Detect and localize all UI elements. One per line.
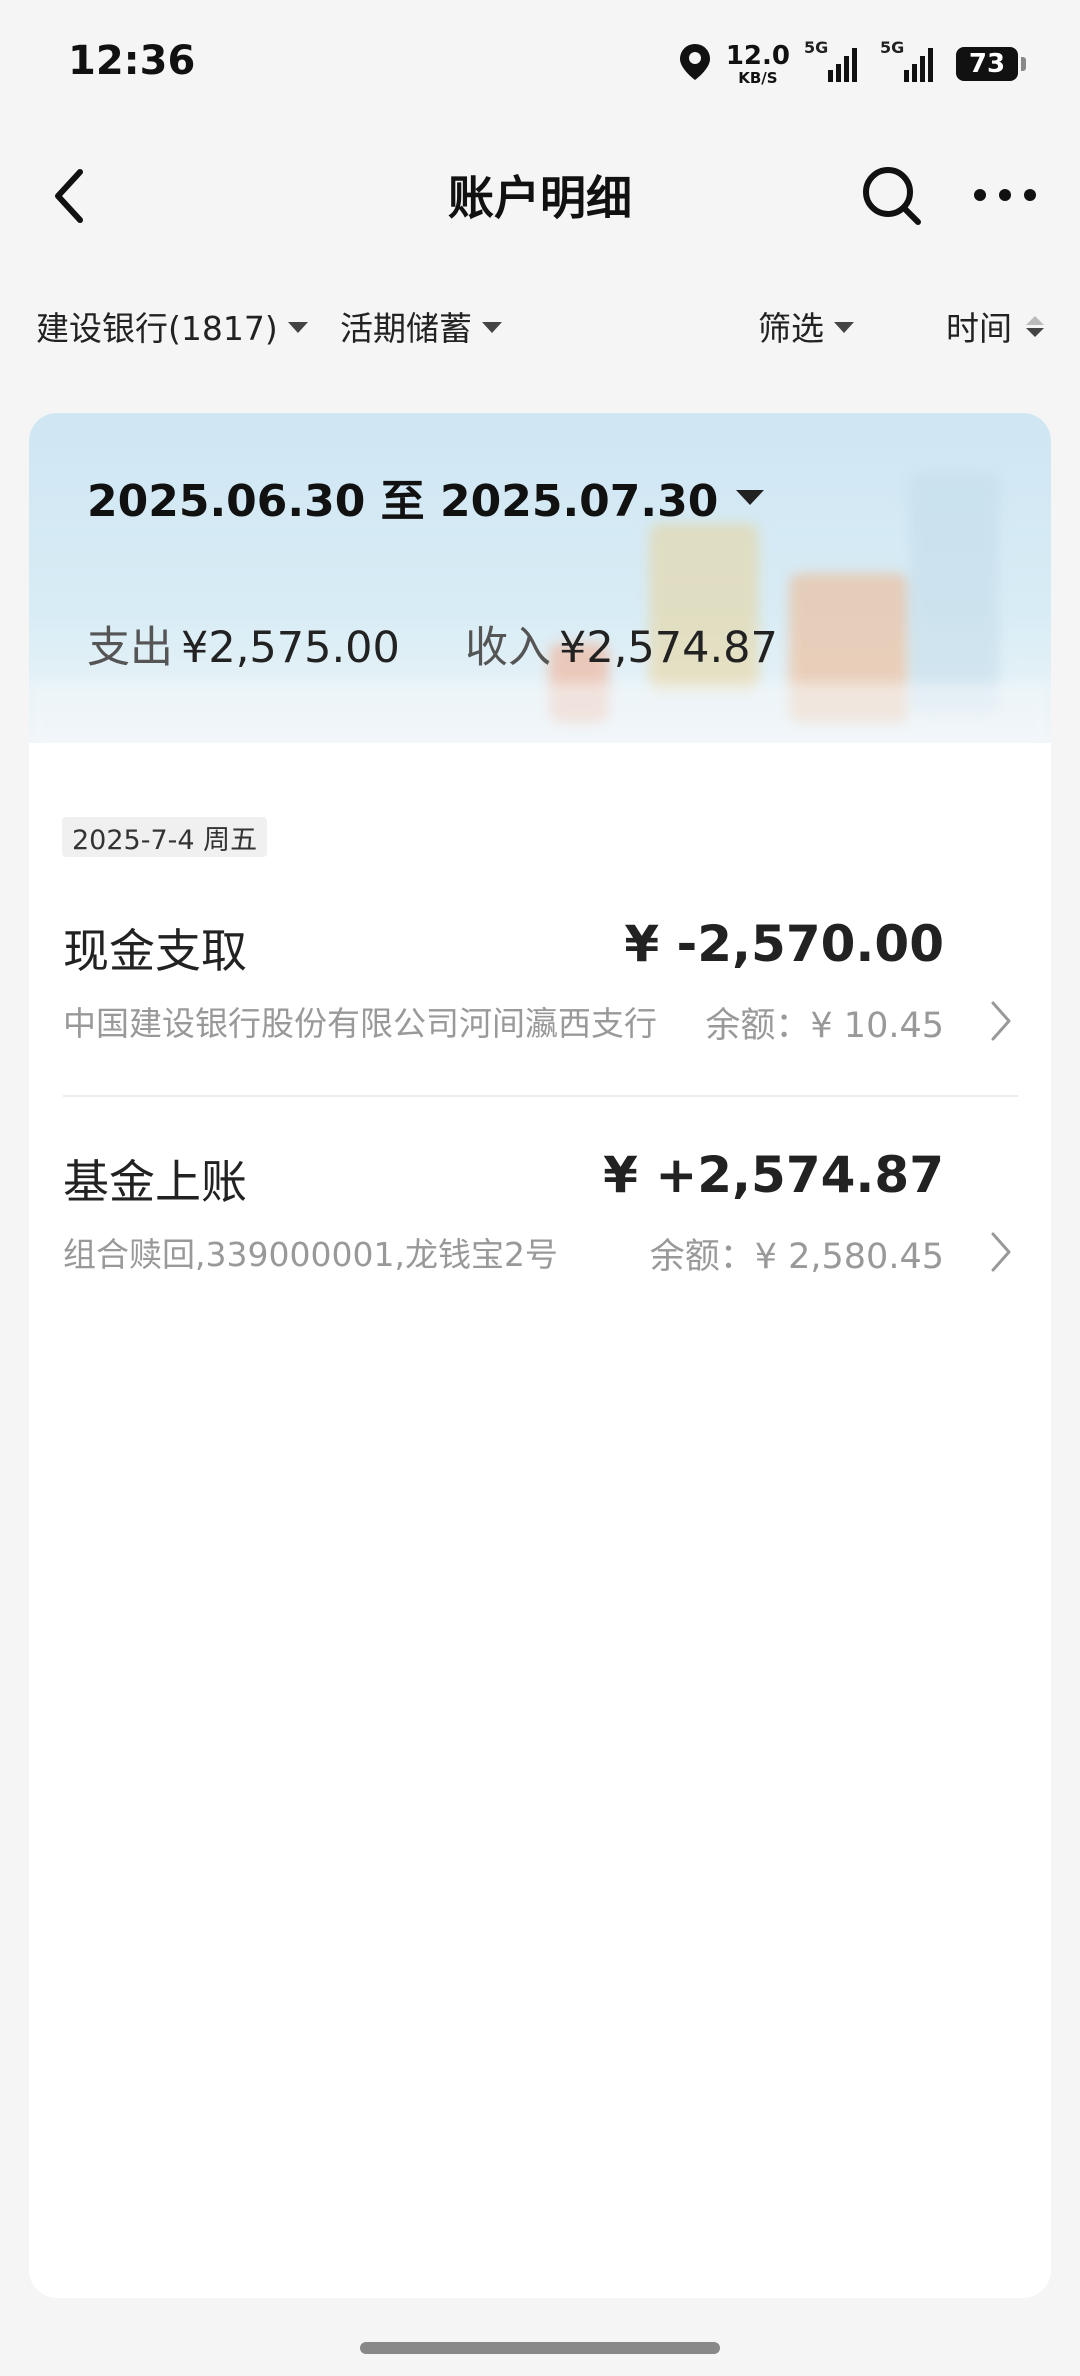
network-speed: 12.0 KB/S (726, 43, 790, 86)
search-button[interactable] (860, 164, 924, 228)
income-value: ¥2,574.87 (559, 623, 778, 673)
income-label: 收入 (465, 623, 551, 673)
summary-banner: 2025.06.30 至 2025.07.30 支出 ¥2,575.00 收入 ¥2… (29, 413, 1051, 743)
account-type-selector[interactable]: 活期储蓄 (340, 300, 502, 352)
search-icon (863, 167, 921, 225)
income-summary: 收入 ¥2,574.87 (465, 613, 778, 675)
account-selector[interactable]: 建设银行(1817) (36, 300, 308, 352)
chevron-right-icon (991, 1001, 1011, 1041)
status-time: 12:36 (68, 38, 196, 84)
transaction-description: 组合赎回,339000001,龙钱宝2号 (63, 1235, 558, 1274)
expense-label: 支出 (87, 623, 173, 673)
banner-decoration (909, 473, 999, 713)
location-icon (678, 42, 712, 86)
chevron-down-icon (834, 321, 854, 333)
more-button[interactable] (970, 170, 1040, 220)
chevron-down-icon (482, 321, 502, 333)
date-group-chip: 2025-7-4 周五 (62, 817, 268, 857)
status-icons: 12.0 KB/S 5G 5G 73 (678, 38, 1026, 88)
net-speed-unit: KB/S (738, 68, 778, 87)
transaction-title: 现金支取 (63, 924, 247, 978)
banner-decoration (29, 683, 1051, 743)
sort-icon (1026, 315, 1044, 337)
time-sort-label: 时间 (946, 309, 1012, 348)
transaction-amount: ¥ -2,570.00 (624, 915, 944, 973)
time-sort[interactable]: 时间 (946, 300, 1044, 352)
battery-icon: 73 (956, 47, 1026, 81)
chevron-right-icon (991, 1232, 1011, 1272)
transaction-balance: 余额：¥ 2,580.45 (649, 1237, 944, 1277)
filter-label: 筛选 (758, 309, 824, 348)
net-speed-value: 12.0 (725, 40, 790, 71)
home-indicator[interactable] (360, 2342, 720, 2354)
date-range-label: 2025.06.30 至 2025.07.30 (87, 476, 719, 527)
filter-bar: 建设银行(1817) 活期储蓄 筛选 时间 (0, 300, 1080, 360)
transaction-row[interactable]: 基金上账 ¥ +2,574.87 组合赎回,339000001,龙钱宝2号 余额… (29, 1146, 1051, 1366)
chevron-down-icon (287, 321, 308, 333)
expense-value: ¥2,575.00 (181, 623, 400, 673)
account-label: 建设银行(1817) (36, 309, 278, 348)
filter-dropdown[interactable]: 筛选 (758, 300, 854, 352)
transaction-balance: 余额：¥ 10.45 (705, 1006, 944, 1046)
transaction-row[interactable]: 现金支取 ¥ -2,570.00 中国建设银行股份有限公司河间瀛西支行 余额：¥… (29, 915, 1051, 1135)
signal-icon: 5G (880, 38, 942, 84)
transaction-title: 基金上账 (63, 1155, 247, 1209)
date-range-selector[interactable]: 2025.06.30 至 2025.07.30 (87, 465, 765, 529)
expense-summary: 支出 ¥2,575.00 (87, 613, 400, 675)
account-type-label: 活期储蓄 (340, 309, 472, 348)
transaction-description: 中国建设银行股份有限公司河间瀛西支行 (63, 1004, 657, 1043)
status-bar: 12:36 12.0 KB/S 5G 5G 73 (0, 0, 1080, 120)
transaction-amount: ¥ +2,574.87 (603, 1146, 944, 1204)
row-divider (63, 1095, 1018, 1097)
app-header: 账户明细 (0, 150, 1080, 240)
chevron-down-icon (736, 489, 765, 505)
transactions-card: 2025.06.30 至 2025.07.30 支出 ¥2,575.00 收入 ¥2… (29, 413, 1051, 2298)
battery-level: 73 (968, 49, 1006, 79)
signal-icon: 5G (804, 38, 866, 84)
more-icon (974, 189, 1036, 201)
